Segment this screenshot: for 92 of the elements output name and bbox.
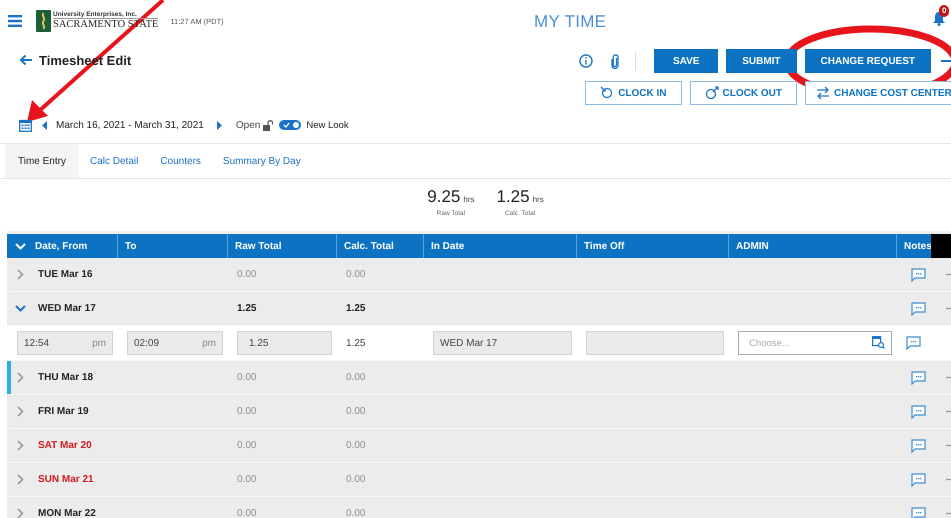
note-icon[interactable] [911, 404, 926, 418]
day-label: SAT Mar 20 [38, 440, 92, 451]
tab[interactable]: Calc Detail [78, 144, 150, 178]
note-icon[interactable] [911, 370, 926, 384]
next-period-icon[interactable] [216, 120, 222, 130]
chevron-down-icon[interactable] [15, 305, 26, 312]
table-cell: 0.00 [346, 372, 366, 383]
table-cell: 1.25 [237, 303, 256, 314]
table-cell: 0.00 [346, 406, 366, 417]
chevron-right-icon[interactable] [15, 372, 26, 383]
table-cell: 0.00 [346, 508, 366, 518]
column-header: Calc. Total [336, 234, 423, 258]
table-cell: 0.00 [346, 474, 366, 485]
table-row[interactable]: THU Mar 18 0.00 0.00 [7, 361, 951, 395]
leaf-emblem-icon [36, 10, 51, 32]
note-icon[interactable] [911, 472, 926, 486]
total-unit: hrs [463, 195, 474, 204]
time-field[interactable]: 12:54 pm [17, 331, 113, 355]
table-cell: 0.00 [346, 440, 366, 451]
date-range: March 16, 2021 - March 31, 2021 [56, 120, 204, 130]
menu-icon[interactable] [8, 15, 22, 27]
note-icon[interactable] [906, 336, 921, 350]
day-label: SUN Mar 21 [38, 474, 94, 485]
column-header: Notes [896, 234, 931, 258]
calendar-icon[interactable] [19, 118, 32, 132]
clock-button[interactable]: CLOCK OUT [690, 81, 797, 105]
column-header: ADMIN [728, 234, 896, 258]
note-icon[interactable] [911, 268, 926, 282]
note-icon[interactable] [911, 438, 926, 452]
period-status: Open [236, 120, 260, 130]
table-cell: 0.00 [237, 372, 256, 383]
table-cell: 0.00 [237, 474, 256, 485]
table-row[interactable]: TUE Mar 16 0.00 0.00 [7, 258, 951, 292]
chevron-right-icon[interactable] [15, 440, 26, 451]
clock-in-icon [600, 86, 614, 100]
admin-field[interactable]: Choose... [738, 331, 892, 355]
table-cell: 1.25 [346, 338, 366, 348]
total-value: 1.25 [496, 187, 530, 207]
day-label: THU Mar 18 [38, 372, 94, 383]
header-corner-block [931, 234, 951, 258]
swap-arrows-icon [816, 86, 830, 100]
note-icon[interactable] [911, 302, 926, 316]
date-field[interactable]: WED Mar 17 [433, 331, 572, 355]
column-header: Date, From [35, 240, 88, 252]
table-row[interactable]: SUN Mar 21 0.00 0.00 [7, 463, 951, 497]
column-header: To [117, 234, 227, 258]
column-header: Time Off [576, 234, 728, 258]
hours-field[interactable]: 1.25 [237, 331, 332, 355]
table-row[interactable]: MON Mar 22 0.00 0.00 [7, 497, 951, 518]
day-label: TUE Mar 16 [38, 269, 92, 280]
clock-out-icon [704, 86, 719, 100]
total-value: 9.25 [427, 187, 460, 207]
app-title: MY TIME [534, 12, 606, 32]
new-look-toggle[interactable] [279, 120, 302, 130]
time-field[interactable]: 02:09 pm [127, 331, 223, 355]
check-icon [283, 122, 290, 128]
table-cell: 1.25 [346, 303, 366, 314]
chevron-right-icon[interactable] [15, 269, 26, 280]
back-arrow-icon[interactable] [19, 54, 33, 66]
notification-badge: 0 [939, 5, 950, 17]
info-icon[interactable] [579, 54, 594, 68]
column-header: Raw Total [227, 234, 336, 258]
action-button[interactable]: CHANGE REQUEST [804, 49, 931, 73]
tab[interactable]: Counters [149, 144, 212, 178]
chevron-right-icon[interactable] [15, 406, 26, 417]
header-cell[interactable]: Date, From [7, 234, 117, 258]
lookup-icon[interactable] [872, 336, 885, 349]
table-row[interactable]: SAT Mar 20 0.00 0.00 [7, 429, 951, 463]
day-label: WED Mar 17 [38, 303, 96, 314]
total-unit: hrs [532, 195, 544, 204]
column-header: In Date [423, 234, 576, 258]
table-cell: 0.00 [237, 406, 256, 417]
note-icon[interactable] [911, 506, 926, 518]
day-label: FRI Mar 19 [38, 406, 89, 417]
chevron-right-icon[interactable] [15, 508, 26, 518]
time-off-field[interactable] [586, 331, 724, 355]
day-label: MON Mar 22 [38, 508, 96, 518]
action-button[interactable]: SAVE [654, 49, 718, 73]
tab[interactable]: Summary By Day [212, 144, 312, 178]
previous-period-icon[interactable] [42, 120, 48, 130]
table-cell: 0.00 [237, 269, 256, 280]
chevron-right-icon[interactable] [15, 474, 26, 485]
table-cell: 0.00 [237, 508, 256, 518]
table-cell: 0.00 [346, 269, 366, 280]
toggle-label: New Look [306, 120, 349, 130]
paperclip-icon[interactable] [611, 54, 620, 68]
table-cell: 0.00 [237, 440, 256, 451]
table-row[interactable]: WED Mar 17 1.25 1.25 [7, 292, 951, 326]
action-button[interactable]: SUBMIT [726, 49, 797, 73]
tab[interactable]: Time Entry [5, 144, 79, 178]
clock-button[interactable]: CLOCK IN [585, 81, 682, 105]
table-row[interactable]: FRI Mar 19 0.00 0.00 [7, 395, 951, 429]
